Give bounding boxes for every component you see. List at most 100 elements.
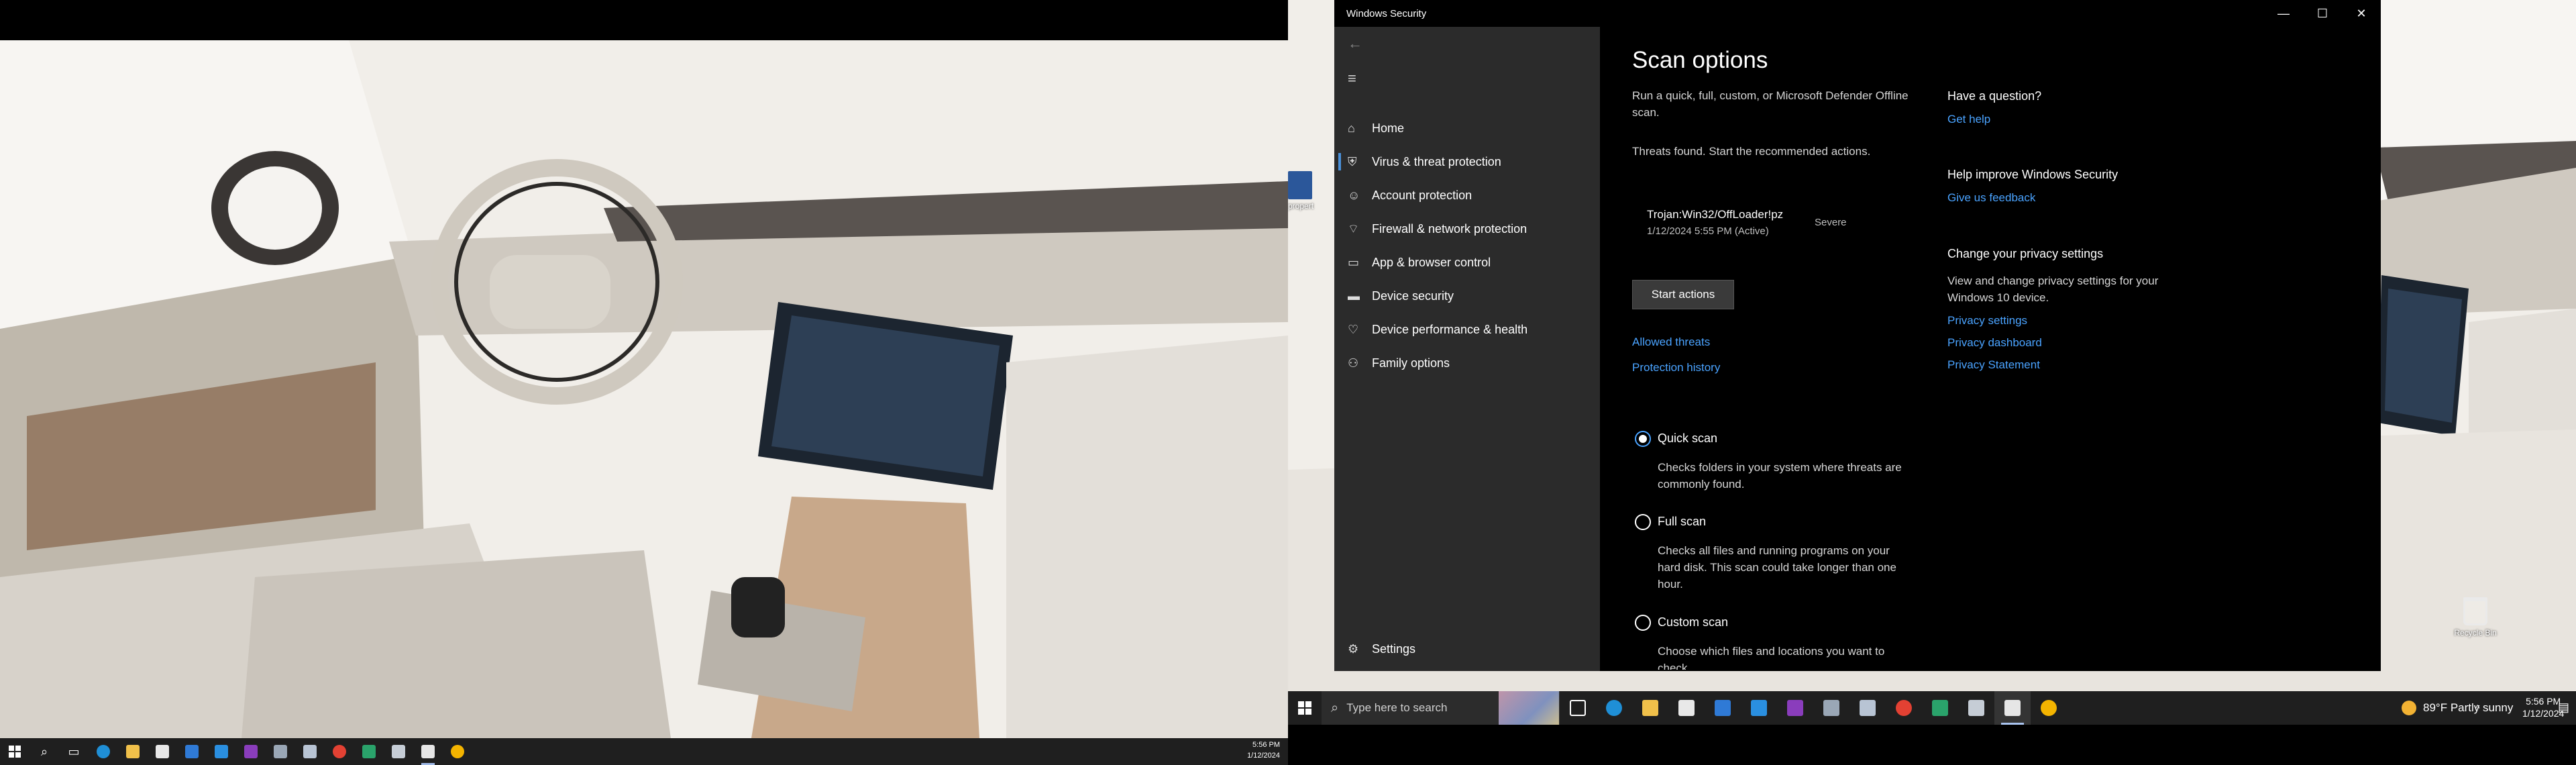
feedback-link[interactable]: Give us feedback [1947,191,2035,205]
right-monitor: propert Recycle Bin Windows Security — ☐… [1288,0,2576,765]
clock-left[interactable]: 5:56 PM 1/12/2024 [1247,740,1280,761]
window-titlebar[interactable]: Windows Security — ☐ ✕ [1334,0,2381,27]
get-help-link[interactable]: Get help [1947,113,1990,126]
taskbar-left: ⌕ ▭ 5:56 PM 1/12/2024 [0,738,1288,765]
quick-scan-label[interactable]: Quick scan [1658,431,1717,446]
onenote-icon[interactable] [236,738,266,765]
nav-item-device-security[interactable]: ▬ Device security [1334,279,1600,313]
nav-item-settings[interactable]: ⚙ Settings [1334,632,1600,666]
custom-scan-radio[interactable] [1635,615,1651,631]
nav-item-label: Device security [1372,289,1454,303]
start-icon[interactable] [1288,691,1322,725]
threat-date: 1/12/2024 5:55 PM (Active) [1647,225,1769,237]
chrome-icon-2[interactable] [443,738,472,765]
chevron-up-icon[interactable]: ^ [2475,703,2480,713]
back-arrow-icon[interactable]: ← [1348,35,1362,52]
recycle-bin-label: Recycle Bin [2454,628,2497,638]
app-icon-2[interactable] [295,738,325,765]
full-scan-radio[interactable] [1635,514,1651,530]
vscode-icon[interactable] [207,738,236,765]
chrome-icon[interactable] [325,738,354,765]
side-privacy-heading: Change your privacy settings [1947,247,2104,260]
nav-item-firewall[interactable]: ⌔ Firewall & network protection [1334,212,1600,246]
edge-icon[interactable] [89,738,118,765]
nav-item-account[interactable]: ☺ Account protection [1334,178,1600,212]
edge-icon[interactable] [1596,691,1632,725]
search-icon[interactable]: ⌕ [30,738,59,765]
windows-security-icon[interactable] [1994,691,2031,725]
recycle-bin[interactable]: Recycle Bin [2445,597,2506,638]
threat-severity: Severe [1815,217,1847,228]
file-explorer-icon[interactable] [1632,691,1668,725]
window-title: Windows Security [1346,7,1427,19]
nav-item-label: Account protection [1372,188,1472,202]
custom-scan-label[interactable]: Custom scan [1658,615,1728,629]
quick-scan-radio[interactable] [1635,431,1651,447]
desktop-wallpaper [0,40,1288,738]
nav-item-performance[interactable]: ♡ Device performance & health [1334,313,1600,346]
person-icon: ☺ [1348,188,1360,202]
privacy-dashboard-link[interactable]: Privacy dashboard [1947,336,2042,350]
left-monitor: ⌕ ▭ 5:56 PM 1/12/2024 [0,0,1288,765]
nav-item-label: Home [1372,121,1405,135]
protection-history-link[interactable]: Protection history [1632,361,1720,374]
file-explorer-icon[interactable] [118,738,148,765]
task-view-icon[interactable] [1560,691,1596,725]
app-icon-3[interactable] [384,738,413,765]
wifi-icon: ⌔ [1348,221,1359,236]
page-title: Scan options [1632,47,1768,73]
store-icon[interactable] [148,738,177,765]
nav-item-home[interactable]: ⌂ Home [1334,111,1600,145]
allowed-threats-link[interactable]: Allowed threats [1632,336,1710,349]
chrome-icon-2[interactable] [2031,691,2067,725]
threat-name[interactable]: Trojan:Win32/OffLoader!pz [1647,208,1783,221]
search-icon: ⌕ [1331,700,1339,715]
browser-icon: ▭ [1348,255,1360,269]
full-scan-label[interactable]: Full scan [1658,515,1706,529]
taskbar-search-box[interactable]: ⌕ Type here to search [1322,691,1560,725]
start-icon[interactable] [0,738,30,765]
vscode-icon[interactable] [1741,691,1777,725]
app-icon-2[interactable] [1849,691,1886,725]
nav-item-label: Firewall & network protection [1372,221,1527,236]
family-icon: ⚇ [1348,356,1359,370]
app-icon[interactable] [266,738,295,765]
close-icon[interactable]: ✕ [2342,0,2381,27]
notification-icon[interactable]: ▤ [2558,701,2569,715]
terminal-icon[interactable] [354,738,384,765]
terminal-icon[interactable] [1922,691,1958,725]
intro-text: Run a quick, full, custom, or Microsoft … [1632,89,1909,119]
chrome-icon[interactable] [1886,691,1922,725]
hamburger-menu-icon[interactable]: ≡ [1348,70,1356,87]
gear-icon: ⚙ [1348,642,1359,656]
custom-scan-desc: Choose which files and locations you wan… [1658,645,1885,670]
privacy-statement-link[interactable]: Privacy Statement [1947,358,2040,372]
windows-security-icon[interactable] [413,738,443,765]
mail-icon[interactable] [177,738,207,765]
side-privacy-text: View and change privacy settings for you… [1947,274,2159,304]
nav-item-virus-threat[interactable]: ⛨ Virus & threat protection [1334,145,1600,178]
app-icon-3[interactable] [1958,691,1994,725]
start-actions-button[interactable]: Start actions [1632,280,1734,309]
nav-item-family[interactable]: ⚇ Family options [1334,346,1600,380]
nav-item-label: App & browser control [1372,255,1491,269]
onenote-icon[interactable] [1777,691,1813,725]
windows-security-window: Windows Security — ☐ ✕ ← ≡ ⌂ Home ⛨ Viru… [1334,0,2381,671]
nav-item-app-browser[interactable]: ▭ App & browser control [1334,246,1600,279]
nav-item-label: Family options [1372,356,1450,370]
search-highlight-art [1499,691,1559,725]
home-icon: ⌂ [1348,121,1355,135]
task-view-icon[interactable]: ▭ [59,738,89,765]
app-icon[interactable] [1813,691,1849,725]
shield-icon: ⛨ [1348,154,1357,168]
maximize-icon[interactable]: ☐ [2303,0,2342,27]
weather-widget[interactable]: 89°F Partly sunny [2402,691,2513,725]
word-document-icon[interactable] [1288,171,1312,199]
minimize-icon[interactable]: — [2264,0,2303,27]
taskbar-right: ⌕ Type here to search 89°F Partly sunny … [1288,691,2576,725]
privacy-settings-link[interactable]: Privacy settings [1947,314,2027,327]
store-icon[interactable] [1668,691,1705,725]
partly-sunny-icon [2402,701,2416,715]
mail-icon[interactable] [1705,691,1741,725]
threats-message: Threats found. Start the recommended act… [1632,145,1871,158]
